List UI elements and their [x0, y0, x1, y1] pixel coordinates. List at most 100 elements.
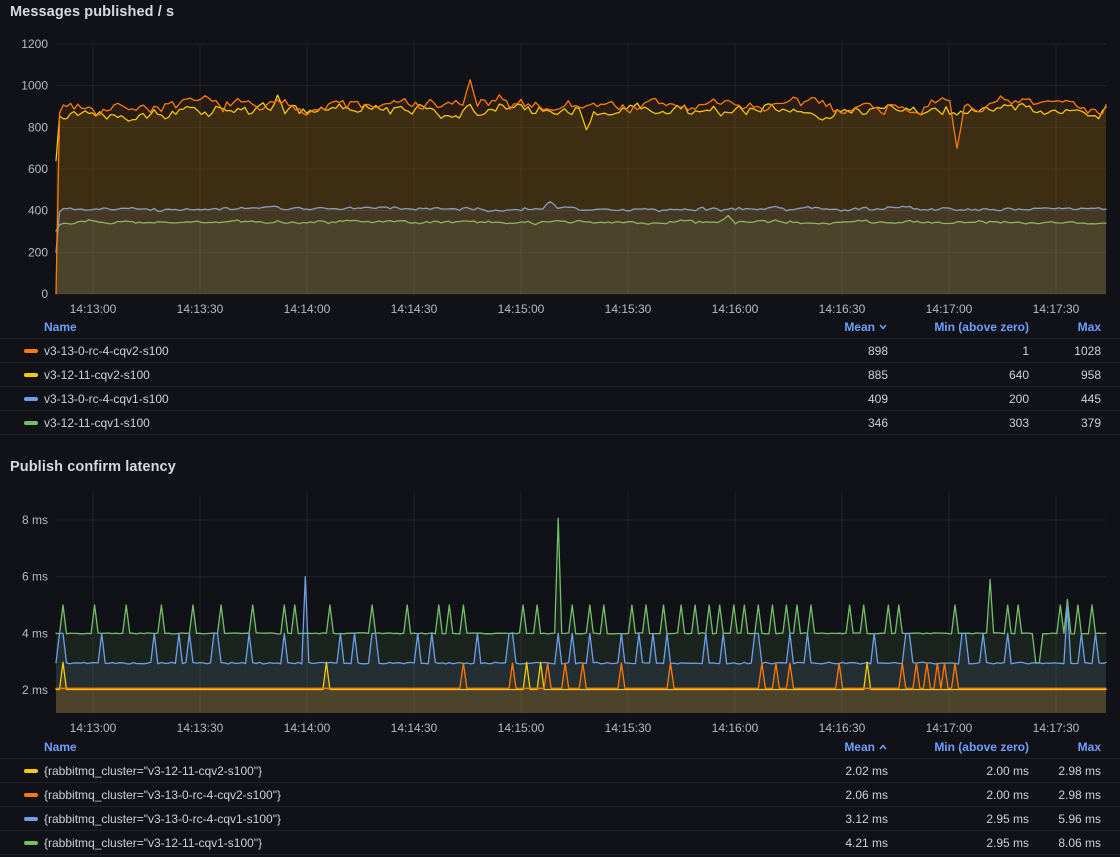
series-min: 2.95 ms: [894, 812, 1029, 826]
series-name: {rabbitmq_cluster="v3-12-11-cqv1-s100"}: [44, 836, 762, 850]
series-max: 379: [1035, 416, 1101, 430]
series-max: 8.06 ms: [1035, 836, 1101, 850]
messages-published-chart[interactable]: 14:13:00 14:13:30 14:14:00 14:14:30 14:15:00…: [0, 0, 1120, 316]
series-mean: 885: [768, 368, 888, 382]
legend-bottom-separator: [0, 434, 1120, 435]
legend-bottom-separator: [0, 854, 1120, 855]
series-color-swatch-icon: [24, 841, 38, 845]
svg-text:600: 600: [28, 162, 48, 176]
panel-messages-published: Messages published / s 14:13:0014:13:301…: [0, 0, 1120, 447]
svg-text:14:15:00: 14:15:00: [498, 302, 545, 316]
series-mean: 3.12 ms: [768, 812, 888, 826]
series-max: 958: [1035, 368, 1101, 382]
legend-header-row: Name Mean Min (above zero) Max: [0, 316, 1120, 338]
series-name: v3-13-0-rc-4-cqv1-s100: [44, 392, 762, 406]
series-name: v3-12-11-cqv1-s100: [44, 416, 762, 430]
sort-caret-icon: [878, 742, 888, 752]
svg-text:14:16:30: 14:16:30: [819, 721, 866, 735]
svg-text:14:16:30: 14:16:30: [819, 302, 866, 316]
legend-table: Name Mean Min (above zero) Max v3-13-0-r…: [0, 316, 1120, 435]
legend-row[interactable]: {rabbitmq_cluster="v3-13-0-rc-4-cqv1-s10…: [0, 806, 1120, 830]
svg-text:14:13:30: 14:13:30: [177, 302, 224, 316]
publish-confirm-latency-chart[interactable]: 14:13:00 14:13:30 14:14:00 14:14:30 14:15:00…: [0, 480, 1120, 736]
legend-header-max[interactable]: Max: [1035, 740, 1101, 754]
series-max: 1028: [1035, 344, 1101, 358]
legend-header-row: Name Mean Min (above zero) Max: [0, 736, 1120, 758]
series-color-swatch-icon: [24, 769, 38, 773]
series-mean: 409: [768, 392, 888, 406]
legend-row[interactable]: {rabbitmq_cluster="v3-12-11-cqv1-s100"} 4…: [0, 830, 1120, 854]
series-min: 2.00 ms: [894, 788, 1029, 802]
series-color-swatch-icon: [24, 817, 38, 821]
svg-text:400: 400: [28, 204, 48, 218]
series-name: v3-12-11-cqv2-s100: [44, 368, 762, 382]
series-min: 640: [894, 368, 1029, 382]
series-color-swatch-icon: [24, 349, 38, 353]
legend-row[interactable]: v3-12-11-cqv2-s100 885 640 958: [0, 362, 1120, 386]
legend-header-mean[interactable]: Mean: [768, 320, 888, 334]
series-name: {rabbitmq_cluster="v3-13-0-rc-4-cqv2-s10…: [44, 788, 762, 802]
series-min: 200: [894, 392, 1029, 406]
legend-header-mean[interactable]: Mean: [768, 740, 888, 754]
svg-text:2 ms: 2 ms: [22, 683, 48, 697]
svg-text:14:14:30: 14:14:30: [391, 302, 438, 316]
series-color-swatch-icon: [24, 793, 38, 797]
legend-row[interactable]: v3-13-0-rc-4-cqv1-s100 409 200 445: [0, 386, 1120, 410]
svg-text:14:14:30: 14:14:30: [391, 721, 438, 735]
series-max: 2.98 ms: [1035, 788, 1101, 802]
svg-text:6 ms: 6 ms: [22, 570, 48, 584]
svg-text:14:13:30: 14:13:30: [177, 721, 224, 735]
legend-header-min[interactable]: Min (above zero): [894, 740, 1029, 754]
series-name: {rabbitmq_cluster="v3-12-11-cqv2-s100"}: [44, 764, 762, 778]
svg-text:14:16:00: 14:16:00: [712, 721, 759, 735]
svg-text:14:13:00: 14:13:00: [70, 721, 117, 735]
series-max: 445: [1035, 392, 1101, 406]
svg-text:14:16:00: 14:16:00: [712, 302, 759, 316]
series-min: 303: [894, 416, 1029, 430]
series-min: 2.95 ms: [894, 836, 1029, 850]
legend-row[interactable]: {rabbitmq_cluster="v3-12-11-cqv2-s100"} 2…: [0, 758, 1120, 782]
svg-text:14:14:00: 14:14:00: [284, 721, 331, 735]
series-min: 2.00 ms: [894, 764, 1029, 778]
series-name: {rabbitmq_cluster="v3-13-0-rc-4-cqv1-s10…: [44, 812, 762, 826]
svg-text:8 ms: 8 ms: [22, 513, 48, 527]
svg-text:1200: 1200: [21, 37, 48, 51]
svg-text:1000: 1000: [21, 79, 48, 93]
svg-text:14:15:30: 14:15:30: [605, 721, 652, 735]
legend-table: Name Mean Min (above zero) Max {rabbitmq…: [0, 736, 1120, 855]
svg-text:14:17:30: 14:17:30: [1033, 721, 1080, 735]
panel-title: Publish confirm latency: [10, 459, 176, 475]
series-mean: 346: [768, 416, 888, 430]
svg-text:14:13:00: 14:13:00: [70, 302, 117, 316]
series-min: 1: [894, 344, 1029, 358]
legend-row[interactable]: v3-13-0-rc-4-cqv2-s100 898 1 1028: [0, 338, 1120, 362]
legend-header-name[interactable]: Name: [44, 740, 762, 754]
svg-text:800: 800: [28, 120, 48, 134]
legend-row[interactable]: v3-12-11-cqv1-s100 346 303 379: [0, 410, 1120, 434]
svg-text:0: 0: [41, 287, 48, 301]
svg-text:14:17:00: 14:17:00: [926, 721, 973, 735]
legend-header-max[interactable]: Max: [1035, 320, 1101, 334]
series-max: 2.98 ms: [1035, 764, 1101, 778]
svg-text:4 ms: 4 ms: [22, 626, 48, 640]
legend-row[interactable]: {rabbitmq_cluster="v3-13-0-rc-4-cqv2-s10…: [0, 782, 1120, 806]
series-mean: 2.02 ms: [768, 764, 888, 778]
series-color-swatch-icon: [24, 397, 38, 401]
series-color-swatch-icon: [24, 373, 38, 377]
series-color-swatch-icon: [24, 421, 38, 425]
svg-text:14:17:30: 14:17:30: [1033, 302, 1080, 316]
series-mean: 898: [768, 344, 888, 358]
svg-text:14:14:00: 14:14:00: [284, 302, 331, 316]
legend-header-min[interactable]: Min (above zero): [894, 320, 1029, 334]
series-mean: 4.21 ms: [768, 836, 888, 850]
svg-text:14:15:00: 14:15:00: [498, 721, 545, 735]
sort-caret-icon: [878, 322, 888, 332]
svg-text:14:15:30: 14:15:30: [605, 302, 652, 316]
panel-publish-confirm-latency: Publish confirm latency 14:13:00 14:13:30…: [0, 455, 1120, 857]
svg-text:200: 200: [28, 245, 48, 259]
series-name: v3-13-0-rc-4-cqv2-s100: [44, 344, 762, 358]
series-mean: 2.06 ms: [768, 788, 888, 802]
series-max: 5.96 ms: [1035, 812, 1101, 826]
svg-text:14:17:00: 14:17:00: [926, 302, 973, 316]
legend-header-name[interactable]: Name: [44, 320, 762, 334]
